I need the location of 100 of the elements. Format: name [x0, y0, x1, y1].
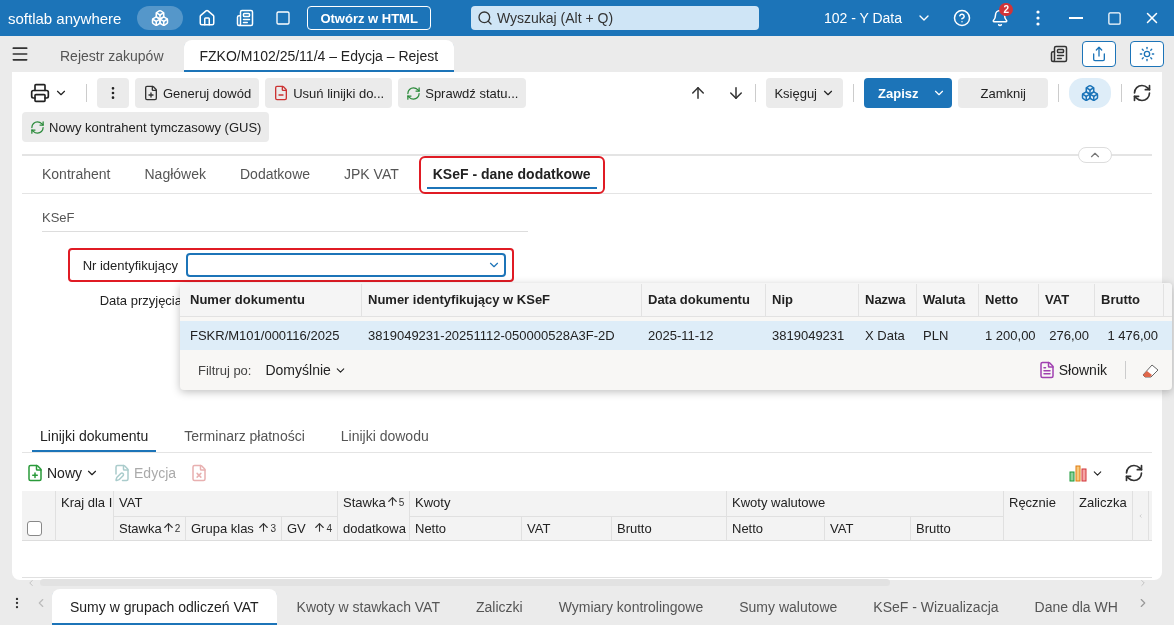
column-header[interactable]: Zaliczka [1074, 491, 1133, 541]
form-tab[interactable]: Dodatkowe [234, 160, 317, 189]
table-cell-text: 276,00 [1048, 326, 1090, 345]
maximize-icon [1106, 10, 1122, 26]
refresh-icon[interactable] [1124, 463, 1144, 483]
column-header[interactable]: Grupa klas 3 [186, 517, 282, 540]
form-tab[interactable]: JPK VAT [338, 160, 405, 189]
new-document-icon [26, 464, 44, 482]
chevron-right-icon [1138, 577, 1148, 588]
share-icon [1091, 46, 1107, 62]
refresh-icon [30, 119, 45, 135]
section-title: KSeF [42, 210, 528, 232]
summary-tab[interactable]: Sumy walutowe [721, 589, 856, 625]
sun-icon [1139, 46, 1155, 62]
document-minus-icon [273, 85, 290, 101]
document-plus-icon [143, 85, 159, 101]
workspace-button[interactable] [137, 6, 184, 30]
toolbar-button[interactable]: Generuj dowód [135, 78, 260, 108]
summary-tab[interactable]: Sumy w grupach odliczeń VAT [52, 589, 277, 625]
grid-toolbar-button[interactable]: Nowy [22, 459, 103, 487]
menu-icon[interactable] [10, 44, 30, 64]
column-header[interactable]: GV 4 [282, 517, 338, 540]
form-tab[interactable]: Kontrahent [36, 160, 117, 189]
square-icon [275, 10, 292, 26]
theme-button[interactable] [1130, 41, 1164, 67]
column-header[interactable]: Stawka 2 [114, 517, 186, 540]
column-header[interactable]: Brutto [911, 517, 1004, 540]
result-row[interactable]: FSKR/M101/000116/2025 3819049231-20251112-050000528A3F-2D 2025-11-12 3819049231 X Data PLN 1 200,00 276,00 1 476,00 [180, 321, 1172, 350]
table-cell-text: FSKR/M101/000116/2025 [189, 326, 341, 345]
save-button[interactable]: Zapisz [864, 78, 953, 108]
share-button[interactable] [1082, 41, 1116, 67]
app-name: softlab anywhere [8, 9, 122, 27]
column-header[interactable]: Ręcznie [1004, 491, 1074, 541]
combo-field[interactable] [186, 253, 506, 277]
cubes-icon [1081, 84, 1099, 102]
column-header[interactable]: VAT [522, 517, 612, 540]
refresh-icon[interactable] [1132, 83, 1152, 103]
summary-tab[interactable]: Wymiary kontrolingowe [540, 589, 722, 625]
cubes-icon [151, 9, 170, 27]
column-group-header: Kwoty [410, 491, 727, 517]
column-header[interactable]: Kraj dla I [56, 491, 114, 541]
table-cell-text: 3819049231-20251112-050000528A3F-2D [367, 326, 616, 345]
open-html-button[interactable]: Otwórz w HTML [307, 6, 431, 30]
chart-menu-button[interactable] [1069, 464, 1104, 482]
section-tab[interactable]: Linijki dokumentu [32, 428, 157, 452]
filter-dropdown[interactable]: Domyślnie [261, 356, 351, 384]
column-header[interactable]: Netto [727, 517, 825, 540]
workspace-button[interactable] [1069, 78, 1111, 108]
summary-tab[interactable]: KSeF - Wizualizacja [855, 589, 1017, 625]
notifications-button[interactable]: 2 [986, 6, 1014, 30]
minimize-icon [1069, 17, 1083, 19]
section-tab[interactable]: Terminarz płatności [176, 428, 313, 452]
company-selector[interactable]: 102 - Y Data [817, 9, 938, 27]
bar-chart-icon [1069, 464, 1089, 482]
refresh-icon [406, 85, 422, 101]
form-tab[interactable]: KSeF - dane dodatkowe [426, 160, 597, 189]
column-header[interactable]: dodatkowa [338, 517, 410, 540]
toolbar-button[interactable]: Sprawdź statu... [398, 78, 527, 108]
table-cell-text: PLN [922, 326, 950, 345]
edit-document-icon [113, 464, 131, 482]
column-header: Nip [766, 283, 859, 316]
column-header: VAT [1039, 283, 1095, 316]
column-group-header: Kwoty walutowe [727, 491, 1004, 517]
column-header[interactable]: Brutto [612, 517, 727, 540]
document-info-icon [1037, 361, 1056, 379]
column-header[interactable]: VAT [825, 517, 911, 540]
toolbar-button[interactable]: Usuń linijki do... [265, 78, 393, 108]
column-header: Numer dokumentu [184, 283, 362, 316]
filter-label: Filtruj po: [198, 362, 252, 378]
notification-count: 2 [999, 3, 1013, 16]
column-group-header: VAT [114, 491, 338, 517]
summary-tab[interactable]: Kwoty w stawkach VAT [278, 589, 458, 625]
summary-tab[interactable]: Dane dla WH [1016, 589, 1136, 625]
table-cell-text: X Data [864, 326, 906, 345]
field-label: Nr identyfikujący [81, 257, 179, 273]
column-header: Nazwa [859, 283, 917, 316]
summary-tab[interactable]: Zaliczki [458, 589, 541, 625]
close-document-button[interactable]: Zamknij [958, 78, 1048, 108]
table-cell-text: 1 476,00 [1106, 326, 1159, 345]
table-cell-text: 3819049231 [771, 326, 846, 345]
horizontal-scrollbar[interactable] [22, 577, 1152, 587]
column-header: Numer identyfikujący w KSeF [362, 283, 642, 316]
form-tab[interactable]: Nagłówek [138, 160, 212, 189]
table-cell-text: 1 200,00 [984, 326, 1037, 345]
dictionary-button[interactable]: Słownik [1033, 356, 1111, 384]
section-tab[interactable]: Linijki dowodu [332, 428, 437, 452]
help-icon [953, 9, 971, 27]
column-header[interactable]: Stawka 5 [338, 491, 410, 517]
search-field[interactable]: Wyszukaj (Alt + Q) [470, 6, 759, 30]
list-icon[interactable] [1050, 45, 1068, 63]
post-button[interactable]: Księguj [766, 78, 843, 108]
chevron-left-icon [26, 577, 36, 588]
select-all-checkbox[interactable] [27, 521, 42, 536]
document-tab[interactable]: Rejestr zakupów [44, 40, 180, 72]
column-header[interactable]: Netto [410, 517, 522, 540]
toolbar-button[interactable]: Nowy kontrahent tymczasowy (GUS) [22, 112, 270, 142]
column-header: Netto [979, 283, 1039, 316]
document-tab[interactable]: FZKO/M102/25/11/4 – Edycja – Rejest [183, 40, 455, 72]
collapse-button[interactable] [1078, 147, 1112, 163]
table-cell-text: 2025-11-12 [647, 326, 715, 345]
